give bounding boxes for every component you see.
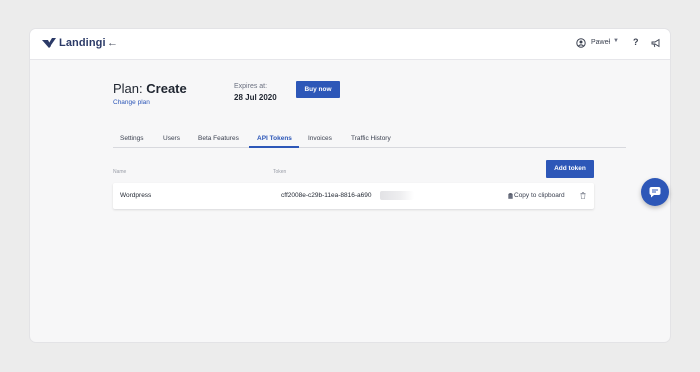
logo-text: Landingi bbox=[59, 37, 106, 49]
settings-tabs: Settings Users Beta Features API Tokens … bbox=[113, 132, 626, 148]
chat-button[interactable] bbox=[641, 178, 669, 206]
table-row: Wordpress cff2008e-c29b-11ea-8816-a690 C… bbox=[113, 183, 594, 209]
active-tab-indicator bbox=[249, 146, 299, 148]
buy-now-button[interactable]: Buy now bbox=[296, 81, 340, 98]
plan-name: Create bbox=[146, 81, 187, 96]
back-arrow-icon[interactable]: ← bbox=[107, 37, 118, 49]
tab-traffic-history[interactable]: Traffic History bbox=[351, 135, 391, 142]
clipboard-icon bbox=[508, 192, 513, 199]
trash-icon[interactable] bbox=[580, 192, 586, 199]
change-plan-link[interactable]: Change plan bbox=[113, 99, 150, 106]
column-header-token: Token bbox=[273, 169, 287, 175]
chat-icon bbox=[649, 187, 661, 198]
plan-label: Plan: bbox=[113, 81, 143, 96]
tab-api-tokens[interactable]: API Tokens bbox=[257, 135, 292, 142]
tab-beta-features[interactable]: Beta Features bbox=[198, 135, 239, 142]
chevron-down-icon[interactable]: ▼ bbox=[613, 38, 619, 44]
megaphone-icon[interactable] bbox=[651, 38, 661, 48]
token-value: cff2008e-c29b-11ea-8816-a690 bbox=[281, 192, 372, 199]
expires-label: Expires at: bbox=[234, 83, 268, 90]
help-icon[interactable]: ? bbox=[633, 37, 639, 47]
copy-label: Copy to clipboard bbox=[514, 192, 565, 199]
user-name[interactable]: Paweł bbox=[591, 39, 610, 46]
token-blur-mask bbox=[380, 191, 414, 200]
add-token-button[interactable]: Add token bbox=[546, 160, 594, 178]
top-bar: Landingi ← Paweł ▼ ? bbox=[30, 29, 670, 60]
logo[interactable]: Landingi bbox=[42, 37, 106, 49]
tab-users[interactable]: Users bbox=[163, 135, 180, 142]
app-window: Landingi ← Paweł ▼ ? Plan: Create Change… bbox=[30, 29, 670, 342]
tab-invoices[interactable]: Invoices bbox=[308, 135, 332, 142]
plan-title: Plan: Create bbox=[113, 81, 187, 96]
user-icon[interactable] bbox=[576, 38, 586, 48]
copy-to-clipboard-button[interactable]: Copy to clipboard bbox=[508, 192, 565, 199]
column-header-name: Name bbox=[113, 169, 127, 175]
token-name: Wordpress bbox=[120, 192, 152, 199]
expires-date: 28 Jul 2020 bbox=[234, 93, 277, 102]
logo-mark-icon bbox=[42, 38, 56, 48]
tab-settings[interactable]: Settings bbox=[120, 135, 144, 142]
